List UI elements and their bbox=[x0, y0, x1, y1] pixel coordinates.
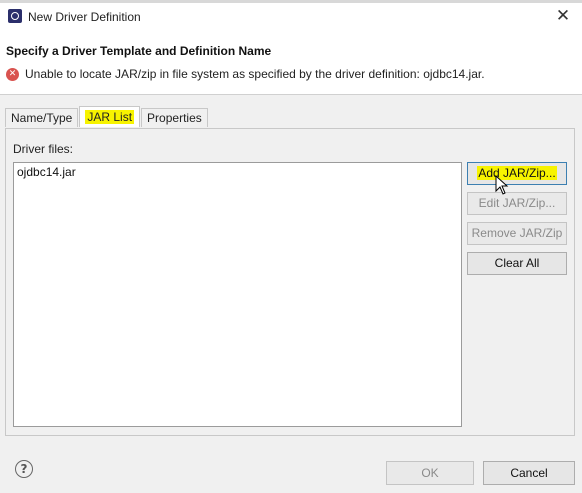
tab-properties-label: Properties bbox=[147, 111, 202, 125]
list-item[interactable]: ojdbc14.jar bbox=[17, 165, 76, 179]
tab-jar-list-label: JAR List bbox=[85, 110, 135, 124]
help-icon[interactable]: ? bbox=[15, 460, 33, 478]
add-jar-zip-label: Add JAR/Zip... bbox=[477, 166, 557, 180]
new-driver-definition-dialog: New Driver Definition ✕ Specify a Driver… bbox=[0, 0, 582, 493]
window-title: New Driver Definition bbox=[28, 10, 141, 24]
dialog-body: Name/Type JAR List Properties Driver fil… bbox=[0, 95, 582, 445]
edit-jar-zip-button[interactable]: Edit JAR/Zip... bbox=[467, 192, 567, 215]
driver-files-list[interactable]: ojdbc14.jar bbox=[13, 162, 462, 427]
tab-properties[interactable]: Properties bbox=[141, 108, 208, 127]
mouse-pointer-icon bbox=[495, 175, 509, 195]
clear-all-button[interactable]: Clear All bbox=[467, 252, 567, 275]
tab-jar-list[interactable]: JAR List bbox=[79, 106, 141, 127]
jar-list-panel: Driver files: ojdbc14.jar Add JAR/Zip...… bbox=[5, 128, 575, 436]
error-icon: ✕ bbox=[6, 67, 19, 81]
driver-files-label: Driver files: bbox=[13, 142, 74, 156]
dialog-footer: ? OK Cancel bbox=[0, 445, 582, 493]
app-icon bbox=[8, 9, 22, 23]
tab-bar: Name/Type JAR List Properties bbox=[5, 106, 209, 128]
title-bar[interactable]: New Driver Definition ✕ bbox=[0, 3, 582, 30]
tab-name-type[interactable]: Name/Type bbox=[5, 108, 79, 127]
cancel-button[interactable]: Cancel bbox=[483, 461, 575, 485]
remove-jar-zip-button[interactable]: Remove JAR/Zip bbox=[467, 222, 567, 245]
add-jar-zip-button[interactable]: Add JAR/Zip... bbox=[467, 162, 567, 185]
ok-button[interactable]: OK bbox=[386, 461, 474, 485]
close-icon[interactable]: ✕ bbox=[554, 6, 572, 26]
error-message: Unable to locate JAR/zip in file system … bbox=[25, 67, 485, 81]
tab-name-type-label: Name/Type bbox=[11, 111, 73, 125]
page-title: Specify a Driver Template and Definition… bbox=[6, 44, 272, 58]
dialog-header: Specify a Driver Template and Definition… bbox=[0, 30, 582, 94]
error-message-row: ✕ Unable to locate JAR/zip in file syste… bbox=[6, 67, 485, 81]
